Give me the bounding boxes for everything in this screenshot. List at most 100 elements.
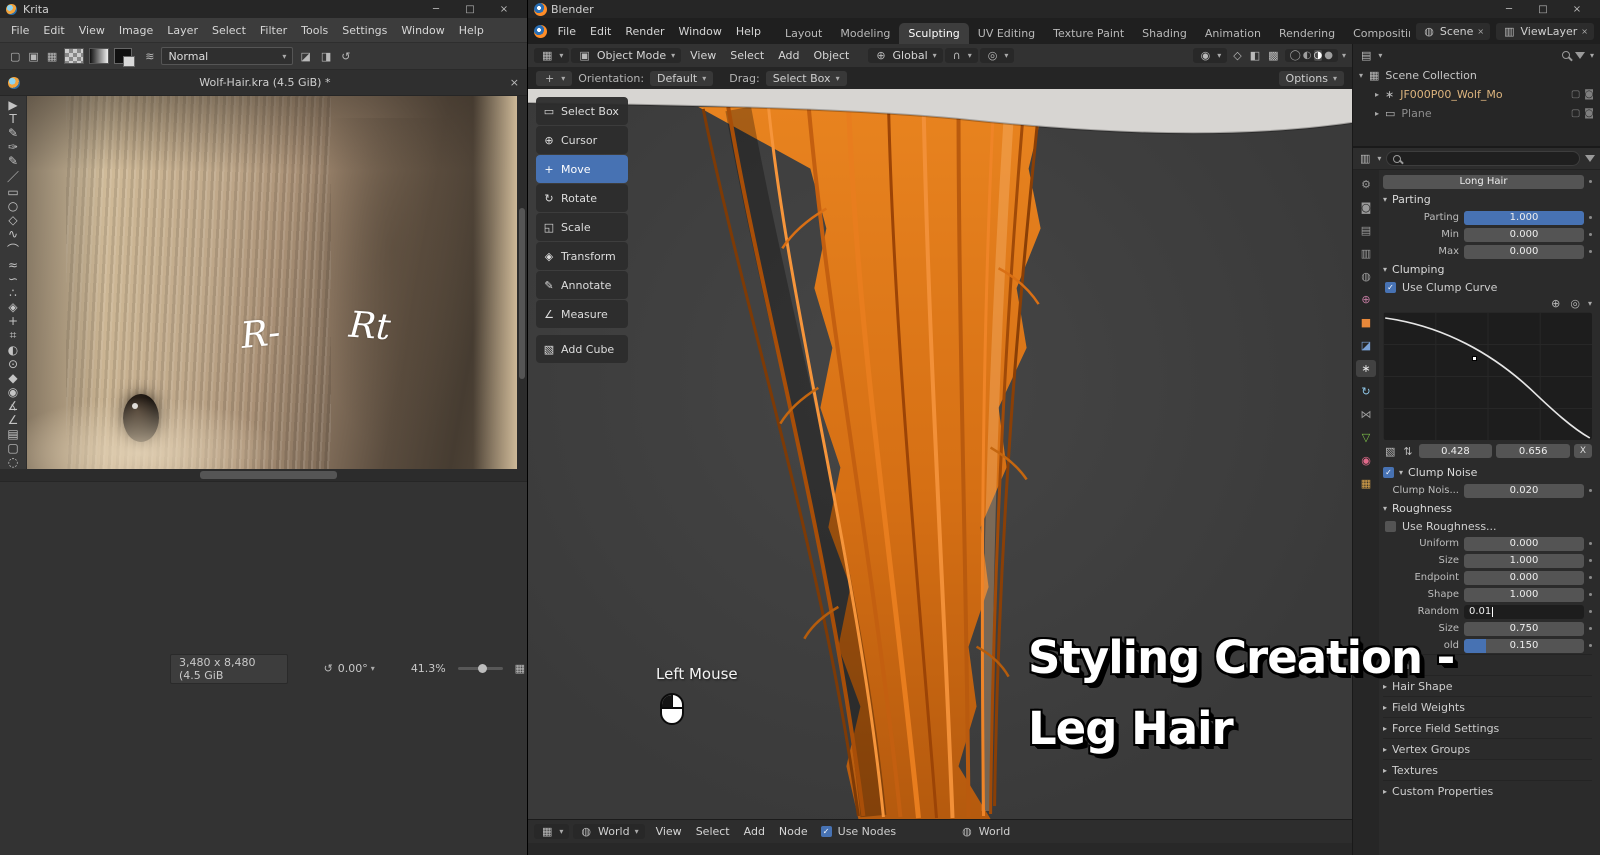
document-tab-title[interactable]: Wolf-Hair.kra (4.5 GiB) * [20,76,510,89]
curve-clipping-icon[interactable]: ▧ [1383,445,1397,458]
properties-filter-icon[interactable] [1585,155,1595,162]
keyframe-dot[interactable] [1589,542,1592,545]
tool-measure[interactable]: ∠Measure [536,300,628,328]
edit-shapes-tool-icon[interactable]: ✎ [1,126,25,140]
shading-solid-icon[interactable]: ◐ [1303,50,1312,61]
material-properties-tab[interactable]: ◉ [1356,452,1376,469]
krita-menu-select[interactable]: Select [205,24,253,37]
keyframe-dot[interactable] [1589,250,1592,253]
search-icon[interactable] [1562,51,1570,59]
expand-icon[interactable]: ▸ [1375,109,1379,118]
checkbox-row-use-roughness[interactable]: Use Roughness... [1383,518,1592,535]
object-properties-tab[interactable]: ■ [1356,314,1376,331]
blender-maximize-button[interactable]: □ [1526,4,1560,15]
krita-minimize-button[interactable]: ─ [419,4,453,15]
color-sampler-tool-icon[interactable]: ⊙ [1,357,25,371]
viewport-menu-object[interactable]: Object [806,49,856,62]
outliner-row-jf000p00-wolf-mo[interactable]: ▸∗JF000P00_Wolf_Mo▢◙ [1353,85,1600,104]
reload-original-preset-icon[interactable]: ↺ [339,50,352,63]
vertical-scrollbar-thumb[interactable] [519,208,525,380]
assistants-tool-icon[interactable]: ∡ [1,399,25,413]
workspace-tab-animation[interactable]: Animation [1196,23,1270,44]
prop-value-clump-nois[interactable]: 0.020 [1464,484,1584,498]
orientation-select[interactable]: Default ▾ [650,71,713,86]
curve-x-field[interactable]: 0.428 [1419,444,1493,458]
canvas-vertical-scrollbar[interactable] [517,96,527,469]
shader-menu-node[interactable]: Node [772,825,815,838]
prop-value-size[interactable]: 1.000 [1464,554,1584,568]
keyframe-dot[interactable] [1589,610,1592,613]
section-custom-properties[interactable]: ▸Custom Properties [1383,780,1592,801]
prop-value-old[interactable]: 0.150 [1464,639,1584,653]
keyframe-dot[interactable] [1589,559,1592,562]
workspace-tab-modeling[interactable]: Modeling [831,23,899,44]
object-data-properties-tab[interactable]: ▽ [1356,429,1376,446]
shading-rendered-icon[interactable]: ● [1324,50,1333,61]
curve-zoom-in-icon[interactable]: ⊕ [1549,297,1562,310]
expand-icon[interactable]: ▸ [1375,90,1379,99]
tool-select-box[interactable]: ▭Select Box [536,97,628,125]
prop-value-min[interactable]: 0.000 [1464,228,1584,242]
tool-annotate[interactable]: ✎Annotate [536,271,628,299]
zoom-slider-thumb[interactable] [478,664,487,673]
multibrush-tool-icon[interactable]: ∴ [1,286,25,300]
krita-menu-help[interactable]: Help [452,24,491,37]
gradient-preview-swatch[interactable] [89,48,109,64]
document-close-icon[interactable]: × [510,76,519,89]
outliner-editor-icon[interactable]: ▤ [1359,49,1373,62]
blender-menu-help[interactable]: Help [729,25,768,38]
polyline-tool-icon[interactable]: ∿ [1,227,25,241]
krita-menu-edit[interactable]: Edit [36,24,71,37]
hide-render-icon[interactable]: ◙ [1584,108,1594,119]
blender-menu-window[interactable]: Window [672,25,729,38]
output-properties-tab[interactable]: ▤ [1356,222,1376,239]
outliner-row-scene-collection[interactable]: ▾ ▦ Scene Collection [1353,66,1600,85]
prop-value-max[interactable]: 0.000 [1464,245,1584,259]
checkbox-row-use-clump-curve[interactable]: ✓Use Clump Curve [1383,279,1592,296]
tool-rotate[interactable]: ↻Rotate [536,184,628,212]
blender-menu-edit[interactable]: Edit [583,25,618,38]
properties-editor-icon[interactable]: ▥ [1358,152,1372,165]
krita-menu-window[interactable]: Window [394,24,451,37]
workspace-tab-texture-paint[interactable]: Texture Paint [1044,23,1133,44]
hide-render-icon[interactable]: ◙ [1584,89,1594,100]
krita-menu-layer[interactable]: Layer [160,24,205,37]
keyframe-dot[interactable] [1589,180,1592,183]
keyframe-dot[interactable] [1589,576,1592,579]
render-properties-tab[interactable]: ◙ [1356,199,1376,216]
krita-menu-settings[interactable]: Settings [335,24,394,37]
viewport-menu-view[interactable]: View [683,49,723,62]
workspace-tab-uv-editing[interactable]: UV Editing [969,23,1044,44]
enclose-fill-tool-icon[interactable]: ◉ [1,385,25,399]
shading-wireframe-icon[interactable]: ◯ [1290,50,1301,61]
reference-images-tool-icon[interactable]: ▤ [1,427,25,441]
xray-toggle-icon[interactable]: ▩ [1266,49,1280,62]
keyframe-dot[interactable] [1589,593,1592,596]
workspace-tab-compositing[interactable]: Compositing [1344,23,1410,44]
options-dropdown[interactable]: Options ▾ [1279,71,1344,86]
constraint-properties-tab[interactable]: ⋈ [1356,406,1376,423]
krita-menu-file[interactable]: File [4,24,36,37]
keyframe-dot[interactable] [1589,216,1592,219]
gradient-tool-icon[interactable]: ◐ [1,343,25,357]
close-icon[interactable]: × [1477,27,1484,36]
calligraphy-tool-icon[interactable]: ✑ [1,140,25,154]
measure-tool-icon[interactable]: ∠ [1,413,25,427]
krita-close-button[interactable]: × [487,4,521,15]
close-icon[interactable]: × [1581,27,1588,36]
freehand-path-tool-icon[interactable]: ≈ [1,258,25,272]
shader-menu-select[interactable]: Select [689,825,737,838]
horizontal-scrollbar-thumb[interactable] [200,471,337,479]
physics-properties-tab[interactable]: ↻ [1356,383,1376,400]
prop-value-size[interactable]: 0.750 [1464,622,1584,636]
dynamic-brush-tool-icon[interactable]: ∽ [1,272,25,286]
prop-value-random[interactable]: 0.01 [1464,605,1584,619]
curve-point[interactable] [1472,356,1477,361]
elliptical-select-tool-icon[interactable]: ◌ [1,455,25,469]
canvas-only-mode-icon[interactable]: ▦ [513,662,527,675]
tool-scale[interactable]: ◱Scale [536,213,628,241]
ellipse-tool-icon[interactable]: ○ [1,199,25,213]
gradient-swatch[interactable] [64,48,84,64]
blender-close-button[interactable]: × [1560,4,1594,15]
keyframe-dot[interactable] [1589,644,1592,647]
